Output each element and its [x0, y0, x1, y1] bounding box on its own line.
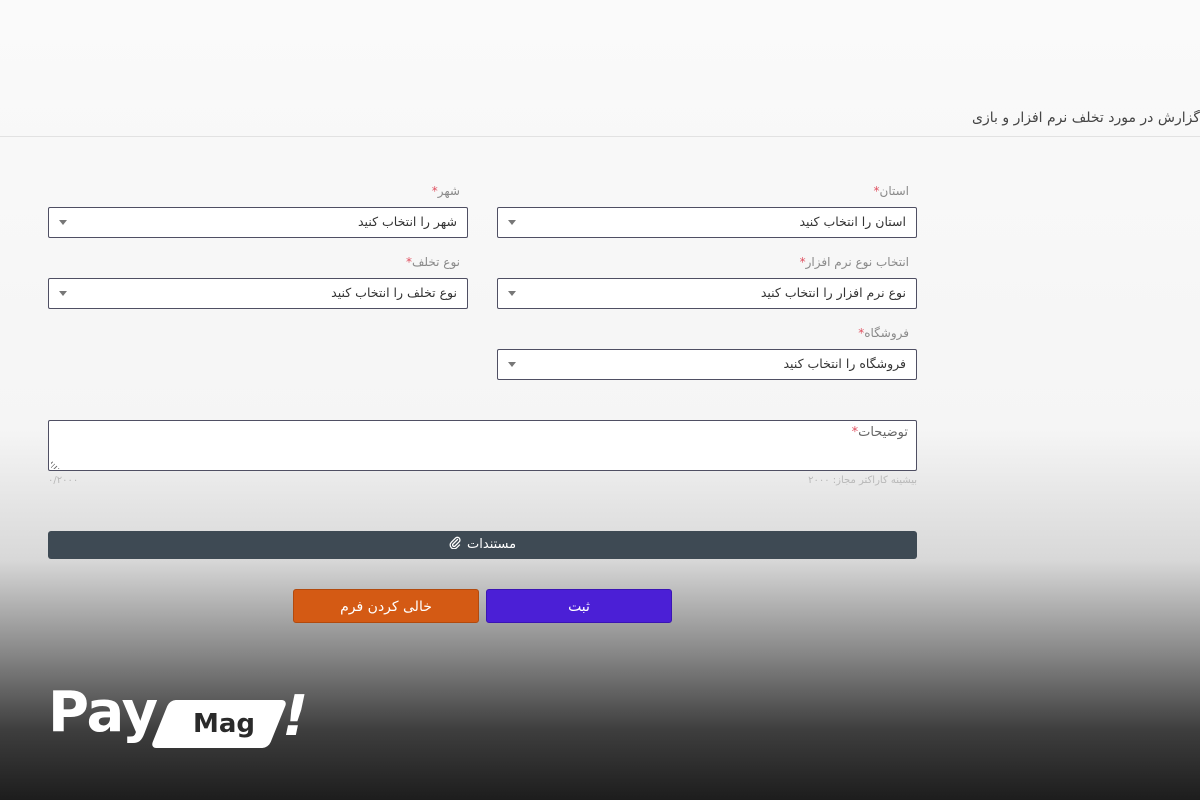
resize-handle-icon[interactable] — [51, 460, 60, 469]
province-select[interactable]: استان را انتخاب کنید — [497, 207, 917, 238]
submit-button[interactable]: ثبت — [486, 589, 672, 623]
description-textarea[interactable]: توضیحات* — [48, 420, 917, 471]
province-select-value: استان را انتخاب کنید — [799, 214, 906, 229]
page-title: گزارش در مورد تخلف نرم افزار و بازی — [972, 110, 1200, 126]
violation-type-label: نوع تخلف* — [406, 255, 460, 269]
character-counter: ۰/۲۰۰۰ — [48, 475, 79, 486]
city-label: شهر* — [432, 184, 460, 198]
caret-down-icon — [508, 291, 516, 296]
city-select-value: شهر را انتخاب کنید — [358, 214, 457, 229]
header-divider — [0, 136, 1200, 137]
max-characters-hint: بیشینه کاراکتر مجاز: ۲۰۰۰ — [808, 475, 917, 486]
software-type-select[interactable]: نوع نرم افزار را انتخاب کنید — [497, 278, 917, 309]
logo-pay-text: Pay — [48, 680, 158, 745]
clear-form-button[interactable]: خالی کردن فرم — [293, 589, 479, 623]
paperclip-icon — [449, 536, 461, 550]
documents-label: مستندات — [467, 537, 517, 552]
violation-type-select[interactable]: نوع تخلف را انتخاب کنید — [48, 278, 468, 309]
software-type-label-text: انتخاب نوع نرم افزار — [805, 255, 909, 269]
store-select[interactable]: فروشگاه را انتخاب کنید — [497, 349, 917, 380]
description-label: توضیحات — [858, 425, 908, 440]
violation-type-select-value: نوع تخلف را انتخاب کنید — [331, 285, 457, 300]
store-label-text: فروشگاه — [864, 326, 909, 340]
violation-type-label-text: نوع تخلف — [412, 255, 460, 269]
caret-down-icon — [59, 220, 67, 225]
store-select-value: فروشگاه را انتخاب کنید — [783, 356, 907, 371]
city-label-text: شهر — [437, 184, 460, 198]
province-label: استان* — [874, 184, 909, 198]
software-type-select-value: نوع نرم افزار را انتخاب کنید — [760, 285, 906, 300]
province-label-text: استان — [879, 184, 909, 198]
caret-down-icon — [508, 220, 516, 225]
software-type-label: انتخاب نوع نرم افزار* — [800, 255, 909, 269]
logo-mag-text: Mag — [192, 709, 256, 739]
documents-button[interactable]: مستندات — [48, 531, 917, 559]
store-label: فروشگاه* — [858, 326, 909, 340]
city-select[interactable]: شهر را انتخاب کنید — [48, 207, 468, 238]
logo-exclamation: ! — [275, 684, 315, 749]
paymag-logo: Pay Mag ! — [48, 682, 318, 752]
caret-down-icon — [59, 291, 67, 296]
caret-down-icon — [508, 362, 516, 367]
